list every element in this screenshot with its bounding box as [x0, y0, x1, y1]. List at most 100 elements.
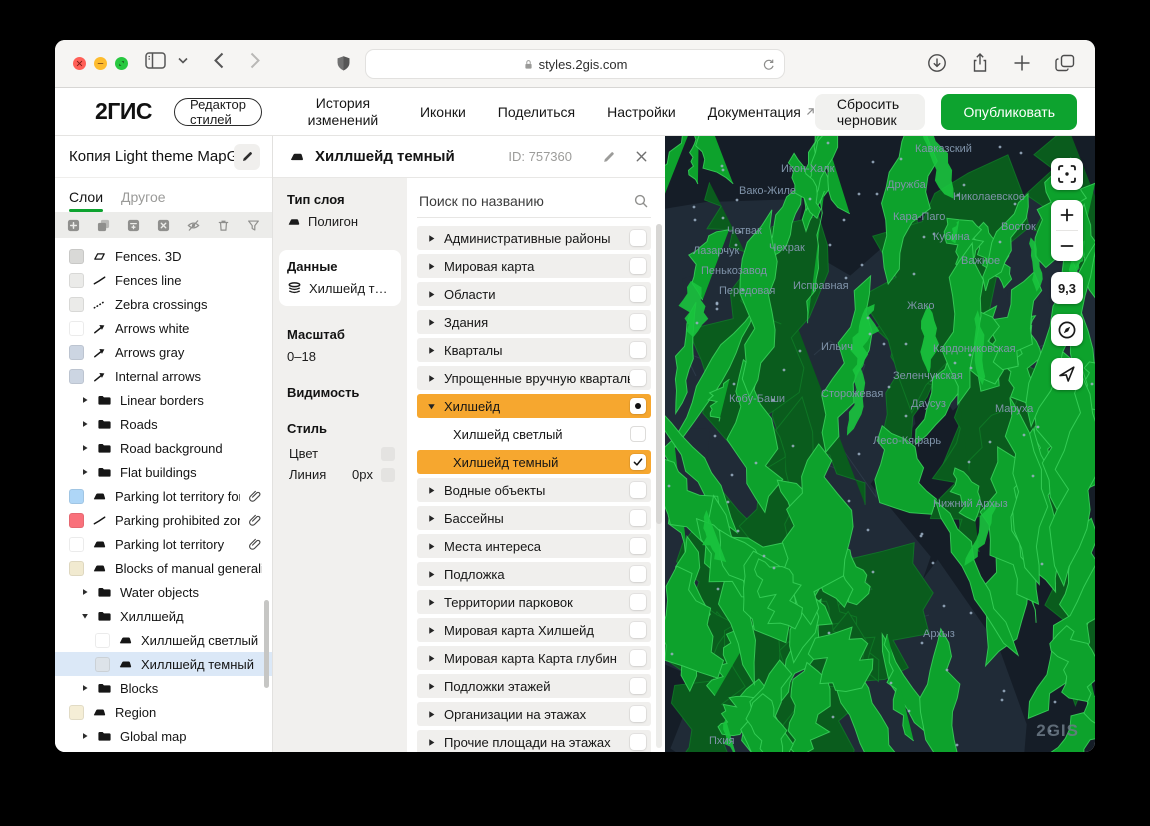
nav-item-2[interactable]: Иконки — [420, 104, 466, 120]
checkbox-unchecked[interactable] — [630, 538, 646, 554]
nav-item-4[interactable]: Настройки — [607, 104, 676, 120]
layer-row[interactable]: Хиллшейд темный — [55, 652, 272, 676]
layer-group-row[interactable]: Linear borders — [55, 388, 272, 412]
zoom-window-button[interactable] — [115, 57, 128, 70]
add-icon[interactable] — [67, 219, 80, 232]
checkbox-unchecked[interactable] — [630, 258, 646, 274]
layer-row[interactable]: Zebra crossings — [55, 292, 272, 316]
privacy-shield-icon[interactable] — [335, 54, 352, 73]
expand-icon[interactable] — [81, 396, 89, 404]
expand-icon[interactable] — [81, 468, 89, 476]
layer-row[interactable]: Fences. 3D — [55, 244, 272, 268]
expand-icon[interactable] — [427, 234, 436, 243]
expand-icon[interactable] — [427, 542, 436, 551]
style-editor-badge[interactable]: Редактор стилей — [173, 97, 262, 127]
expand-icon[interactable] — [427, 738, 436, 747]
checkbox-unchecked[interactable] — [630, 622, 646, 638]
visibility-section[interactable]: Видимость — [273, 385, 407, 400]
data-group-row[interactable]: Подложка — [417, 562, 651, 586]
line-color-swatch[interactable] — [381, 467, 395, 482]
layer-group-row[interactable]: Roads — [55, 412, 272, 436]
data-group-row[interactable]: Бассейны — [417, 506, 651, 530]
data-group-row[interactable]: Прочие площади на этажах — [417, 730, 651, 752]
downloads-icon[interactable] — [927, 53, 947, 73]
duplicate-icon[interactable] — [97, 219, 110, 232]
checkbox-unchecked[interactable] — [630, 370, 646, 386]
search-input[interactable]: Поиск по названию — [419, 193, 544, 209]
layer-color-swatch[interactable] — [69, 296, 84, 312]
expand-icon[interactable] — [81, 732, 89, 740]
data-group-row[interactable]: Области — [417, 282, 651, 306]
nav-item-3[interactable]: Поделиться — [498, 104, 575, 120]
checkbox-unchecked[interactable] — [630, 482, 646, 498]
data-group-row[interactable]: Мировая карта Карта глубин — [417, 646, 651, 670]
layer-color-swatch[interactable] — [69, 368, 84, 384]
layer-color-swatch[interactable] — [95, 656, 110, 672]
checkbox-unchecked[interactable] — [630, 678, 646, 694]
data-group-row[interactable]: Хилшейд темный — [417, 450, 651, 474]
fullscreen-button[interactable] — [1051, 158, 1083, 190]
layer-color-swatch[interactable] — [69, 248, 84, 264]
close-panel-button[interactable] — [634, 149, 649, 164]
layer-row[interactable]: Хиллшейд светлый — [55, 628, 272, 652]
collapse-icon[interactable] — [427, 402, 436, 411]
tab-overview-icon[interactable] — [1055, 53, 1075, 73]
checkbox-unchecked[interactable] — [630, 286, 646, 302]
layer-row[interactable]: Blocks of manual generalizati — [55, 556, 272, 580]
expand-icon[interactable] — [427, 682, 436, 691]
checkbox-unchecked[interactable] — [630, 706, 646, 722]
filter-icon[interactable] — [247, 219, 260, 232]
remove-group-icon[interactable] — [157, 219, 170, 232]
layer-row[interactable]: Parking lot territory — [55, 532, 272, 556]
data-group-row[interactable]: Организации на этажах — [417, 702, 651, 726]
layer-row[interactable]: Fences line — [55, 268, 272, 292]
back-button[interactable] — [214, 52, 224, 69]
expand-icon[interactable] — [81, 444, 89, 452]
checkbox-unchecked[interactable] — [630, 734, 646, 750]
data-group-row[interactable]: Территории парковок — [417, 590, 651, 614]
data-group-row[interactable]: Административные районы — [417, 226, 651, 250]
checkbox-unchecked[interactable] — [630, 510, 646, 526]
expand-icon[interactable] — [81, 420, 89, 428]
layer-color-swatch[interactable] — [69, 488, 84, 504]
layer-color-swatch[interactable] — [69, 512, 84, 528]
expand-icon[interactable] — [427, 654, 436, 663]
expand-icon[interactable] — [81, 684, 89, 692]
checkbox-unchecked[interactable] — [630, 426, 646, 442]
color-style-row[interactable]: Цвет — [287, 443, 395, 464]
checkbox-unchecked[interactable] — [630, 650, 646, 666]
data-group-row[interactable]: Мировая карта — [417, 254, 651, 278]
layer-row[interactable]: Region — [55, 700, 272, 724]
expand-icon[interactable] — [427, 318, 436, 327]
line-style-row[interactable]: Линия 0px — [287, 464, 395, 485]
checkbox-unchecked[interactable] — [630, 342, 646, 358]
sidebar-tab-other[interactable]: Другое — [121, 189, 165, 212]
hide-icon[interactable] — [187, 219, 200, 232]
layer-color-swatch[interactable] — [69, 536, 84, 552]
reset-draft-button[interactable]: Сбросить черновик — [814, 93, 926, 130]
sidebar-toggle-icon[interactable] — [145, 52, 166, 69]
layer-color-swatch[interactable] — [69, 560, 84, 576]
zoom-out-button[interactable] — [1051, 231, 1083, 261]
checkbox-unchecked[interactable] — [630, 566, 646, 582]
expand-icon[interactable] — [427, 570, 436, 579]
layer-row[interactable]: Internal arrows — [55, 364, 272, 388]
nav-item-5[interactable]: Документация — [708, 104, 815, 120]
group-icon[interactable] — [127, 219, 140, 232]
layer-group-row[interactable]: Global map — [55, 724, 272, 748]
layer-color-swatch[interactable] — [69, 320, 84, 336]
color-swatch[interactable] — [381, 446, 395, 461]
delete-icon[interactable] — [217, 219, 230, 232]
layer-group-row[interactable]: Blocks — [55, 676, 272, 700]
sidebar-scrollbar[interactable] — [264, 600, 269, 688]
expand-icon[interactable] — [427, 626, 436, 635]
checkbox-unchecked[interactable] — [630, 314, 646, 330]
layer-group-row[interactable]: Road background — [55, 436, 272, 460]
sidebar-tab-active[interactable]: Слои — [69, 189, 104, 212]
zoom-in-button[interactable] — [1051, 200, 1083, 230]
expand-icon[interactable] — [427, 262, 436, 271]
layer-color-swatch[interactable] — [69, 272, 84, 288]
collapse-icon[interactable] — [81, 612, 89, 620]
expand-icon[interactable] — [427, 710, 436, 719]
layer-group-row[interactable]: Water objects — [55, 580, 272, 604]
